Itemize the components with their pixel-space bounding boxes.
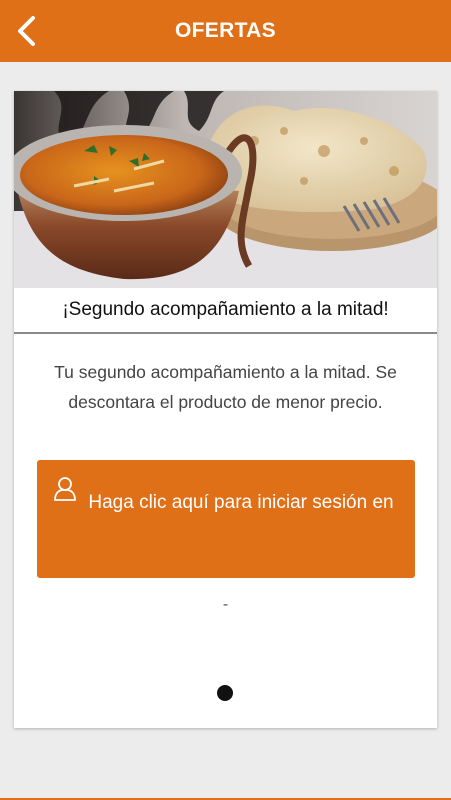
user-icon xyxy=(54,477,76,501)
offer-image xyxy=(14,91,437,288)
app-header: OFERTAS xyxy=(0,0,451,62)
chevron-left-icon xyxy=(18,16,35,46)
offer-card: ¡Segundo acompañamiento a la mitad! Tu s… xyxy=(14,91,437,728)
offer-title: ¡Segundo acompañamiento a la mitad! xyxy=(14,288,437,334)
login-button-label: Haga clic aquí para iniciar sesión en xyxy=(88,492,394,513)
login-button[interactable]: Haga clic aquí para iniciar sesión en xyxy=(37,460,415,578)
pager-dot xyxy=(217,685,233,701)
page-title: OFERTAS xyxy=(175,19,276,42)
back-button[interactable] xyxy=(6,11,46,51)
offer-description: Tu segundo acompañamiento a la mitad. Se… xyxy=(54,362,397,412)
separator-text: - xyxy=(222,596,229,613)
